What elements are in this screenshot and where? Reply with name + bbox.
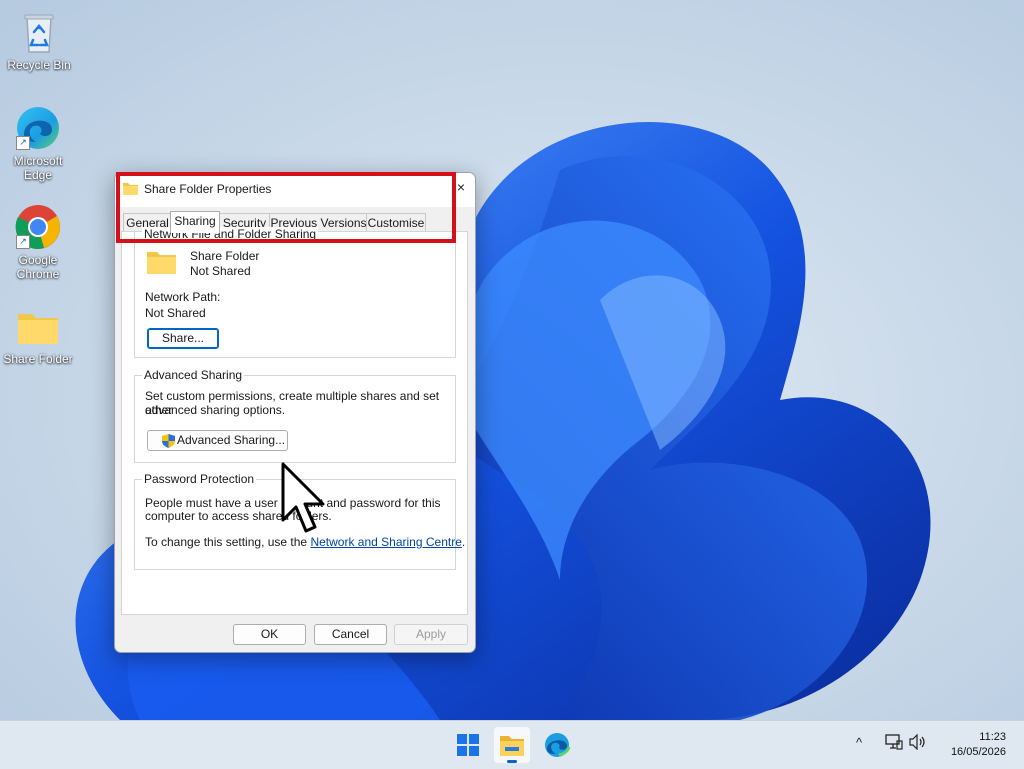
close-button[interactable]: × xyxy=(453,178,469,198)
sharing-tab-panel: Network File and Folder Sharing Share Fo… xyxy=(121,227,468,615)
clock[interactable]: 11:23 16/05/2026 xyxy=(951,730,1006,760)
desktop-icon-label: Edge xyxy=(23,168,53,182)
change-setting-text: To change this setting, use the Network … xyxy=(145,535,465,549)
network-sharing-group: Network File and Folder Sharing Share Fo… xyxy=(134,227,456,358)
clock-time: 11:23 xyxy=(979,731,1006,743)
dialog-titlebar[interactable]: Share Folder Properties × xyxy=(115,173,475,207)
ok-button[interactable]: OK xyxy=(233,624,306,645)
taskbar: ^ 11:23 16/05/2026 xyxy=(0,720,1024,769)
share-button[interactable]: Share... xyxy=(147,328,219,349)
show-hidden-icons-button[interactable]: ^ xyxy=(856,735,862,750)
uac-shield-icon xyxy=(162,434,175,454)
chrome-icon: ↗ xyxy=(14,203,62,251)
desktop-icon-share-folder[interactable]: Share Folder xyxy=(0,302,76,366)
desktop-icon-label: Recycle Bin xyxy=(7,58,71,72)
folder-icon xyxy=(147,251,176,277)
apply-button[interactable]: Apply xyxy=(394,624,468,645)
desktop-icon-label: Microsoft xyxy=(13,154,63,168)
edge-icon xyxy=(545,733,571,757)
desktop-icon-chrome[interactable]: ↗ Google Chrome xyxy=(0,203,76,281)
start-button[interactable] xyxy=(450,727,486,763)
network-path-value: Not Shared xyxy=(145,306,206,320)
cancel-button[interactable]: Cancel xyxy=(314,624,387,645)
tab-sharing[interactable]: Sharing xyxy=(170,211,220,233)
file-explorer-icon xyxy=(500,736,524,756)
desktop-icon-recycle-bin[interactable]: Recycle Bin xyxy=(1,8,77,72)
desktop-icon-label: Chrome xyxy=(16,267,60,281)
desktop-icon-label: Share Folder xyxy=(3,352,73,366)
group-title: Advanced Sharing xyxy=(142,368,245,382)
advanced-sharing-group: Advanced Sharing Set custom permissions,… xyxy=(134,368,456,463)
advanced-sharing-description: advanced sharing options. xyxy=(145,403,286,417)
folder-name: Share Folder xyxy=(190,249,260,263)
desktop-icon-label: Google xyxy=(18,253,58,267)
share-status: Not Shared xyxy=(190,264,251,278)
group-title: Password Protection xyxy=(142,472,257,486)
clock-date: 16/05/2026 xyxy=(950,746,1006,758)
change-setting-suffix: . xyxy=(461,535,466,549)
shortcut-arrow-icon: ↗ xyxy=(16,235,30,249)
recycle-bin-icon xyxy=(15,8,63,56)
network-icon[interactable] xyxy=(885,734,903,753)
active-indicator xyxy=(507,760,517,763)
properties-dialog: Share Folder Properties × General Sharin… xyxy=(114,172,476,653)
group-title: Network File and Folder Sharing xyxy=(142,227,319,241)
edge-icon: ↗ xyxy=(14,104,62,152)
folder-icon xyxy=(123,182,138,198)
network-path-label: Network Path: xyxy=(145,290,221,304)
mouse-cursor-icon xyxy=(281,462,325,533)
advanced-sharing-button[interactable]: Advanced Sharing... xyxy=(147,430,288,451)
network-sharing-centre-link[interactable]: Network and Sharing Centre xyxy=(310,535,461,549)
shortcut-arrow-icon: ↗ xyxy=(16,136,30,150)
volume-icon[interactable] xyxy=(909,733,927,753)
desktop-icon-edge[interactable]: ↗ Microsoft Edge xyxy=(0,104,76,182)
windows-logo-icon xyxy=(457,734,479,756)
taskbar-edge[interactable] xyxy=(539,727,575,763)
advanced-sharing-button-label: Advanced Sharing... xyxy=(177,433,286,447)
change-setting-prefix: To change this setting, use the xyxy=(145,535,311,549)
taskbar-file-explorer[interactable] xyxy=(494,727,530,763)
dialog-title: Share Folder Properties xyxy=(144,182,272,196)
folder-icon xyxy=(14,302,62,350)
